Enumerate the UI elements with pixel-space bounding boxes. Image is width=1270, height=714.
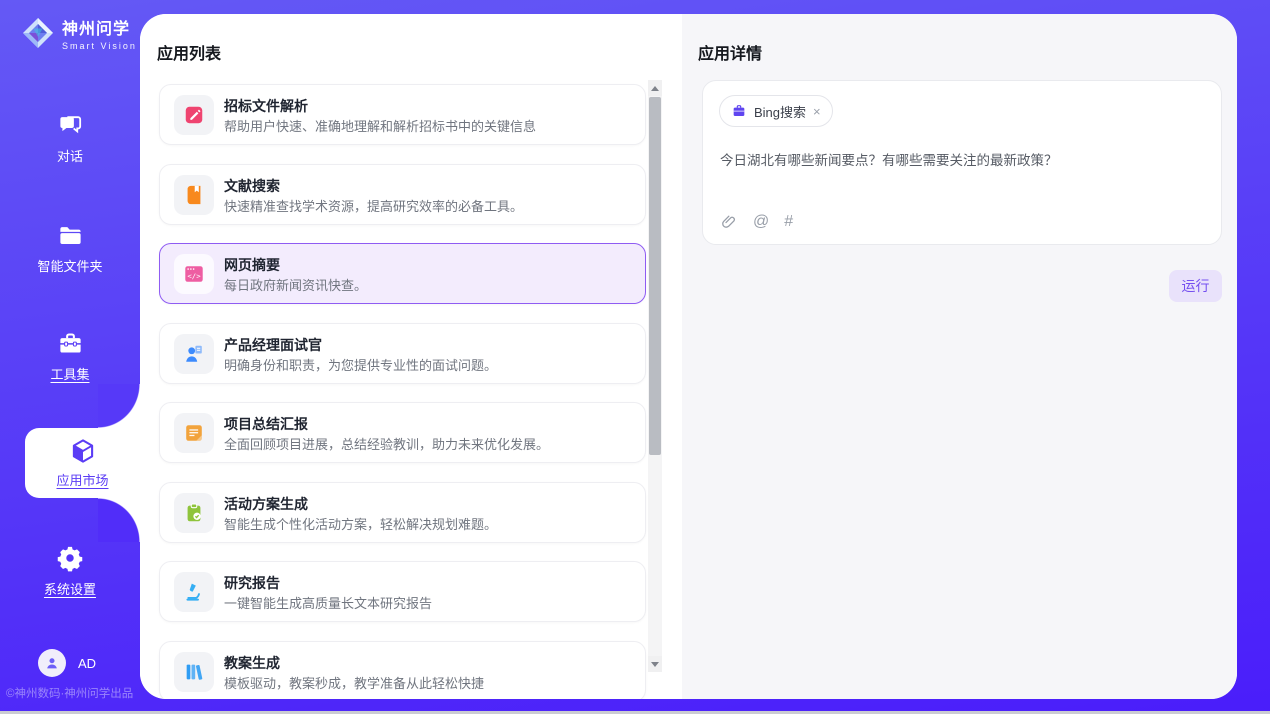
app-icon-tile [174, 652, 214, 692]
sidebar-item-toolset[interactable]: 工具集 [0, 330, 140, 383]
query-text[interactable]: 今日湖北有哪些新闻要点？有哪些需要关注的最新政策？ [720, 151, 1200, 171]
brand-subtitle: Smart Vision [62, 41, 137, 51]
sidebar-item-app-market[interactable]: 应用市场 [25, 428, 140, 498]
app-card-pm-interviewer[interactable]: 产品经理面试官 明确身份和职责，为您提供专业性的面试问题。 [159, 323, 646, 384]
app-card-research-report[interactable]: 研究报告 一键智能生成高质量长文本研究报告 [159, 561, 646, 622]
close-icon[interactable]: × [813, 104, 821, 119]
sidebar-item-chat[interactable]: 对话 [0, 112, 140, 165]
app-detail-pane: 应用详情 Bing搜索 × 今日湖北有哪些新闻要点？有哪些需要关注的最新政策？ … [682, 14, 1237, 699]
active-tab-fillet-bottom [98, 498, 140, 542]
gear-icon [56, 544, 84, 572]
sidebar-item-label: 智能文件夹 [0, 256, 140, 275]
avatar [38, 649, 66, 677]
app-desc: 帮助用户快速、准确地理解和解析招标书中的关键信息 [224, 116, 536, 135]
folder-icon [57, 222, 84, 249]
sidebar-item-label: 对话 [0, 146, 140, 165]
sidebar-item-label: 应用市场 [25, 470, 140, 489]
app-title: 文献搜索 [224, 176, 280, 196]
briefcase-icon [731, 103, 747, 119]
app-title: 网页摘要 [224, 255, 280, 275]
hash-icon[interactable]: # [784, 214, 793, 230]
app-title: 项目总结汇报 [224, 414, 308, 434]
clipboard-check-icon [183, 502, 205, 524]
active-tab-fillet-top [98, 384, 140, 428]
user-icon [44, 655, 60, 671]
app-icon-tile [174, 493, 214, 533]
app-detail-title: 应用详情 [698, 40, 762, 64]
app-desc: 每日政府新闻资讯快查。 [224, 275, 367, 294]
book-icon [183, 184, 205, 206]
edit-document-icon [183, 104, 205, 126]
content-panel: 应用列表 招标文件解析 帮助用户快速、准确地理解和解析招标书中的关键信息 [140, 14, 1237, 699]
tool-tag-bing-search[interactable]: Bing搜索 × [719, 95, 833, 127]
app-list-scrollbar[interactable] [648, 80, 662, 672]
app-icon-tile [174, 334, 214, 374]
app-title: 产品经理面试官 [224, 335, 322, 355]
app-title: 研究报告 [224, 573, 280, 593]
sidebar: 神州问学 Smart Vision 对话 智能文件夹 工具集 [0, 0, 140, 714]
app-icon-tile [174, 95, 214, 135]
app-list-title: 应用列表 [157, 40, 221, 64]
composer-toolbar: @ # [720, 213, 793, 231]
paperclip-icon[interactable] [720, 213, 738, 231]
app-card-event-plan[interactable]: 活动方案生成 智能生成个性化活动方案，轻松解决规划难题。 [159, 482, 646, 543]
brand-logo: 神州问学 Smart Vision [20, 15, 137, 51]
run-button[interactable]: 运行 [1169, 270, 1222, 302]
tool-tag-label: Bing搜索 [754, 102, 806, 121]
user-account[interactable]: AD [38, 649, 96, 677]
scroll-down-button[interactable] [648, 656, 662, 672]
svg-text:</>: </> [187, 272, 201, 281]
app-card-project-summary[interactable]: 项目总结汇报 全面回顾项目进展，总结经验教训，助力未来优化发展。 [159, 402, 646, 463]
app-title: 教案生成 [224, 653, 280, 673]
app-title: 招标文件解析 [224, 96, 308, 116]
app-desc: 快速精准查找学术资源，提高研究效率的必备工具。 [224, 196, 523, 215]
diamond-logo-icon [20, 15, 56, 51]
app-title: 活动方案生成 [224, 494, 308, 514]
app-desc: 全面回顾项目进展，总结经验教训，助力未来优化发展。 [224, 434, 549, 453]
sidebar-item-smart-folder[interactable]: 智能文件夹 [0, 222, 140, 275]
app-desc: 智能生成个性化活动方案，轻松解决规划难题。 [224, 514, 497, 533]
mention-icon[interactable]: @ [753, 214, 769, 230]
cube-icon [69, 437, 97, 465]
scrollbar-thumb[interactable] [649, 97, 661, 455]
app-card-literature-search[interactable]: 文献搜索 快速精准查找学术资源，提高研究效率的必备工具。 [159, 164, 646, 225]
app-cards: 招标文件解析 帮助用户快速、准确地理解和解析招标书中的关键信息 文献搜索 快速精… [159, 84, 646, 699]
brand-name: 神州问学 [62, 15, 137, 39]
app-card-web-summary[interactable]: </> 网页摘要 每日政府新闻资讯快查。 [159, 243, 646, 304]
app-icon-tile [174, 572, 214, 612]
books-icon [183, 661, 205, 683]
sidebar-item-label: 工具集 [0, 364, 140, 383]
user-name: AD [78, 656, 96, 671]
app-desc: 明确身份和职责，为您提供专业性的面试问题。 [224, 355, 497, 374]
app-card-lesson-plan[interactable]: 教案生成 模板驱动，教案秒成，教学准备从此轻松快捷 [159, 641, 646, 700]
copyright-footer: ©神州数码·神州问学出品 [6, 685, 133, 701]
app-desc: 模板驱动，教案秒成，教学准备从此轻松快捷 [224, 673, 484, 692]
triangle-down-icon [651, 662, 659, 667]
app-icon-tile: </> [174, 254, 214, 294]
sidebar-item-settings[interactable]: 系统设置 [0, 544, 140, 598]
toolbox-icon [57, 330, 84, 357]
scroll-up-button[interactable] [648, 80, 662, 96]
app-icon-tile [174, 175, 214, 215]
app-card-bid-analysis[interactable]: 招标文件解析 帮助用户快速、准确地理解和解析招标书中的关键信息 [159, 84, 646, 145]
app-icon-tile [174, 413, 214, 453]
report-note-icon [183, 422, 205, 444]
app-list-pane: 应用列表 招标文件解析 帮助用户快速、准确地理解和解析招标书中的关键信息 [140, 14, 682, 699]
chat-icon [57, 112, 84, 139]
sidebar-item-label: 系统设置 [0, 579, 140, 598]
microscope-icon [183, 581, 205, 603]
triangle-up-icon [651, 86, 659, 91]
browser-code-icon: </> [183, 263, 205, 285]
app-desc: 一键智能生成高质量长文本研究报告 [224, 593, 432, 612]
interviewer-icon [183, 343, 205, 365]
prompt-card: Bing搜索 × 今日湖北有哪些新闻要点？有哪些需要关注的最新政策？ @ # [702, 80, 1222, 245]
